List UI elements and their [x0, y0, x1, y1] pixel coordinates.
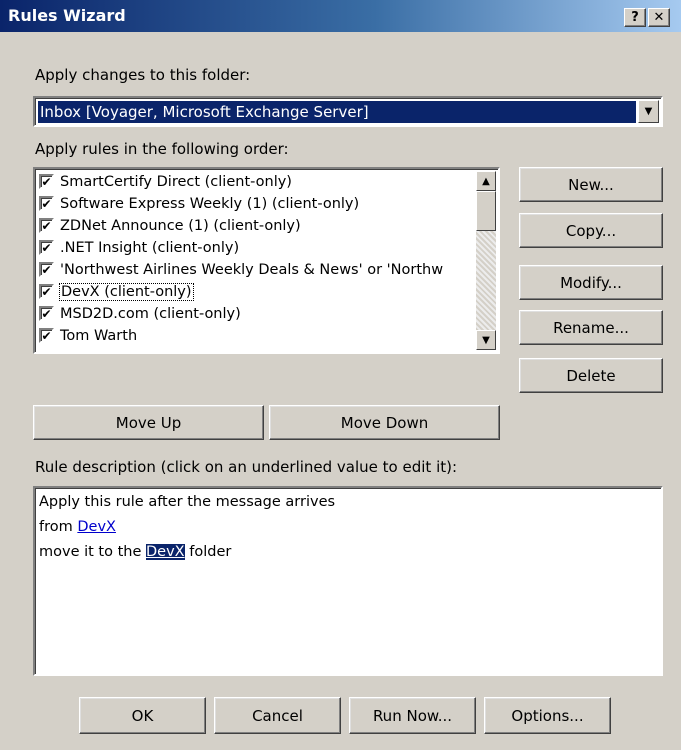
description-label: Rule description (click on an underlined…: [35, 458, 458, 476]
scroll-up-button[interactable]: ▲: [476, 171, 496, 191]
checkmark-icon: ✔: [41, 174, 52, 189]
close-button[interactable]: ✕: [648, 8, 670, 27]
ok-button[interactable]: OK: [79, 697, 206, 734]
description-from-text: from: [39, 519, 78, 535]
description-folder-text: folder: [184, 544, 232, 560]
rule-label: SmartCertify Direct (client-only): [60, 173, 292, 190]
run-now-button[interactable]: Run Now...: [349, 697, 476, 734]
scroll-thumb[interactable]: [476, 191, 496, 231]
checkmark-icon: ✔: [41, 240, 52, 255]
cancel-button[interactable]: Cancel: [214, 697, 341, 734]
rule-label: 'Northwest Airlines Weekly Deals & News'…: [60, 261, 444, 278]
scroll-down-button[interactable]: ▼: [476, 330, 496, 350]
checkmark-icon: ✔: [41, 284, 52, 299]
rules-scrollbar[interactable]: ▲ ▼: [476, 171, 496, 350]
rule-checkbox[interactable]: ✔: [39, 174, 54, 189]
checkmark-icon: ✔: [41, 196, 52, 211]
rule-item[interactable]: ✔ Tom Warth: [39, 324, 137, 347]
rules-list[interactable]: ✔ SmartCertify Direct (client-only) ✔ Softw…: [33, 167, 500, 354]
rule-item[interactable]: ✔ ZDNet Announce (1) (client-only): [39, 214, 301, 237]
rule-item[interactable]: ✔ MSD2D.com (client-only): [39, 302, 241, 325]
folder-label: Apply changes to this folder:: [35, 66, 251, 84]
rule-label: DevX (client-only): [59, 282, 194, 301]
rule-description-box: Apply this rule after the message arrive…: [33, 486, 663, 676]
move-down-button[interactable]: Move Down: [269, 405, 500, 440]
rule-item[interactable]: ✔ 'Northwest Airlines Weekly Deals & News…: [39, 258, 443, 281]
rule-item[interactable]: ✔ Software Express Weekly (1) (client-onl…: [39, 192, 359, 215]
rule-checkbox[interactable]: ✔: [39, 328, 54, 343]
rules-label: Apply rules in the following order:: [35, 140, 289, 158]
rule-label: ZDNet Announce (1) (client-only): [60, 217, 301, 234]
copy-button[interactable]: Copy...: [519, 213, 663, 248]
rule-item[interactable]: ✔ DevX (client-only): [39, 280, 194, 303]
description-move-text: move it to the: [39, 544, 147, 560]
description-line-3: move it to the DevX folder: [39, 544, 231, 560]
rule-checkbox[interactable]: ✔: [39, 218, 54, 233]
rule-label: MSD2D.com (client-only): [60, 305, 241, 322]
folder-value-link[interactable]: DevX: [146, 544, 185, 560]
checkmark-icon: ✔: [41, 218, 52, 233]
rule-checkbox[interactable]: ✔: [39, 240, 54, 255]
chevron-up-icon: ▲: [482, 175, 490, 187]
help-button[interactable]: ?: [624, 8, 646, 27]
rule-checkbox[interactable]: ✔: [39, 284, 54, 299]
checkmark-icon: ✔: [41, 306, 52, 321]
rule-item[interactable]: ✔ SmartCertify Direct (client-only): [39, 170, 292, 193]
folder-combo[interactable]: Inbox [Voyager, Microsoft Exchange Serve…: [33, 96, 663, 127]
modify-button[interactable]: Modify...: [519, 265, 663, 300]
from-value-link[interactable]: DevX: [77, 519, 116, 535]
folder-dropdown-button[interactable]: ▼: [638, 100, 659, 123]
rule-label: Tom Warth: [60, 327, 138, 344]
rule-checkbox[interactable]: ✔: [39, 306, 54, 321]
move-up-button[interactable]: Move Up: [33, 405, 264, 440]
rename-button[interactable]: Rename...: [519, 310, 663, 345]
checkmark-icon: ✔: [41, 262, 52, 277]
new-button[interactable]: New...: [519, 167, 663, 202]
chevron-down-icon: ▼: [644, 106, 653, 117]
description-line-2: from DevX: [39, 519, 116, 535]
folder-combo-value: Inbox [Voyager, Microsoft Exchange Serve…: [38, 101, 636, 123]
checkmark-icon: ✔: [41, 328, 52, 343]
options-button[interactable]: Options...: [484, 697, 611, 734]
rule-checkbox[interactable]: ✔: [39, 262, 54, 277]
rule-label: Software Express Weekly (1) (client-only…: [60, 195, 360, 212]
delete-button[interactable]: Delete: [519, 358, 663, 393]
rule-item[interactable]: ✔ .NET Insight (client-only): [39, 236, 239, 259]
window-title: Rules Wizard: [8, 6, 126, 25]
rule-label: .NET Insight (client-only): [60, 239, 240, 256]
chevron-down-icon: ▼: [482, 334, 490, 346]
description-line-1: Apply this rule after the message arrive…: [39, 494, 336, 510]
rule-checkbox[interactable]: ✔: [39, 196, 54, 211]
